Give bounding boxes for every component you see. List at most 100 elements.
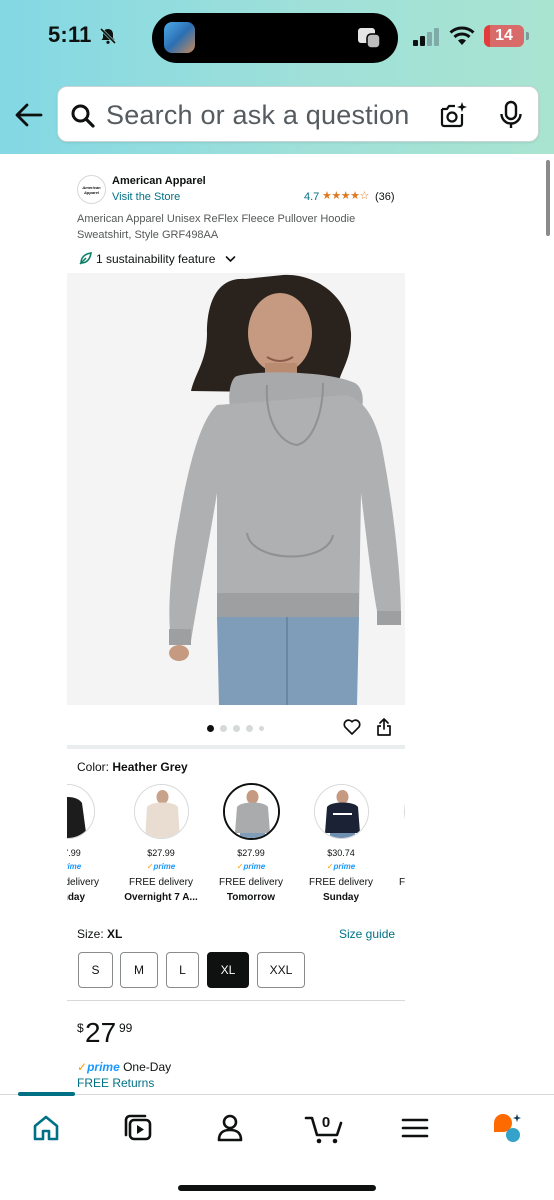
- signal-icon: [413, 28, 439, 46]
- prime-speed: One-Day: [123, 1060, 172, 1074]
- star-rating-icon[interactable]: ★★★★☆: [322, 189, 369, 202]
- prime-delivery-line: ✓prime One-Day: [77, 1060, 171, 1074]
- swatch-delivery: FREE delivery: [309, 877, 373, 888]
- bottom-navigation: 0: [0, 1092, 554, 1200]
- selected-size: XL: [107, 927, 123, 941]
- swatch-delivery-day: Tomorrow: [226, 892, 276, 903]
- swatch-price: $27.99: [237, 848, 265, 858]
- status-time: 5:11: [48, 22, 92, 47]
- price-fraction: 99: [119, 1021, 133, 1035]
- home-icon[interactable]: [29, 1111, 63, 1145]
- swatch-thumbnail: [223, 783, 280, 840]
- size-option-l[interactable]: L: [166, 952, 199, 988]
- color-swatch[interactable]: $30.74 ✓prime FREE delivery Sunday: [296, 780, 386, 910]
- swatch-price: $30.74: [327, 848, 355, 858]
- top-header: 5:11 14 Search or ask a question: [0, 0, 554, 154]
- swatch-thumbnail: [314, 784, 369, 839]
- rufus-icon[interactable]: [490, 1111, 524, 1145]
- swatch-delivery: FREE delivery: [129, 877, 193, 888]
- search-bar[interactable]: Search or ask a question: [57, 86, 539, 142]
- swatch-delivery: FREE delivery: [399, 877, 405, 888]
- heart-icon[interactable]: [343, 718, 361, 736]
- swatch-thumbnail: [67, 784, 95, 839]
- search-input[interactable]: Search or ask a question: [106, 100, 409, 131]
- mic-icon[interactable]: [498, 100, 524, 130]
- cart-icon[interactable]: 0: [304, 1111, 344, 1145]
- size-option-xxl[interactable]: XXL: [257, 952, 305, 988]
- back-arrow-icon[interactable]: [14, 100, 44, 130]
- color-swatch-selected[interactable]: $27.99 ✓prime FREE delivery Tomorrow: [206, 780, 296, 910]
- camera-lens-icon[interactable]: [438, 100, 468, 130]
- size-option-m[interactable]: M: [120, 952, 158, 988]
- size-option-s[interactable]: S: [78, 952, 113, 988]
- screen-mirroring-icon: [358, 28, 381, 49]
- color-swatch-carousel[interactable]: $27.99 ✓prime FREE delivery Sunday $27.9…: [67, 780, 405, 910]
- now-playing-artwork: [164, 22, 195, 53]
- sustainability-feature-toggle[interactable]: 1 sustainability feature: [96, 252, 215, 266]
- brand-name: American Apparel: [112, 175, 206, 187]
- swatch-garment: [325, 802, 360, 833]
- swatch-thumbnail: [404, 784, 405, 839]
- cart-count: 0: [322, 1114, 330, 1131]
- color-label-prefix: Color:: [77, 760, 110, 774]
- swatch-delivery-day: Sunday: [67, 892, 86, 903]
- scrollbar-thumb[interactable]: [546, 160, 550, 236]
- rating-value[interactable]: 4.7: [304, 191, 319, 203]
- search-icon: [71, 104, 95, 128]
- battery-nub: [526, 32, 529, 40]
- swatch-delivery: FREE delivery: [67, 877, 99, 888]
- prime-label: prime: [333, 862, 356, 871]
- swatch-prime-badge: ✓prime: [236, 862, 266, 871]
- prime-label: prime: [67, 862, 82, 871]
- carousel-dot[interactable]: [207, 725, 214, 732]
- prime-label: prime: [243, 862, 266, 871]
- carousel-dot[interactable]: [233, 725, 240, 732]
- color-swatch[interactable]: FREE delivery: [386, 780, 405, 910]
- brand-logo[interactable]: American Apparel: [77, 175, 106, 204]
- dynamic-island[interactable]: [152, 13, 398, 63]
- price-currency: $: [77, 1021, 84, 1035]
- swatch-prime-badge: ✓prime: [146, 862, 176, 871]
- bell-slash-icon: [99, 27, 117, 45]
- prime-label: prime: [153, 862, 176, 871]
- home-indicator: [178, 1185, 376, 1191]
- size-label: Size: XL: [77, 927, 122, 941]
- size-guide-link[interactable]: Size guide: [339, 927, 395, 941]
- swatch-delivery-day: Overnight 7 A...: [124, 892, 198, 903]
- carousel-dot[interactable]: [259, 726, 264, 731]
- price-whole: 27: [85, 1017, 117, 1048]
- swatch-garment: [235, 802, 270, 833]
- product-image[interactable]: [67, 273, 405, 705]
- swatch-thumbnail: [134, 784, 189, 839]
- selected-color-name: Heather Grey: [112, 760, 188, 774]
- product-title: American Apparel Unisex ReFlex Fleece Pu…: [77, 213, 356, 241]
- chevron-down-icon[interactable]: [225, 254, 236, 264]
- swatch-garment: [145, 802, 180, 838]
- leaf-icon: [79, 252, 92, 265]
- prime-label: prime: [87, 1060, 120, 1074]
- menu-icon[interactable]: [398, 1111, 432, 1145]
- section-divider: [67, 745, 405, 749]
- hoodie-model-photo: [67, 273, 405, 705]
- free-returns-link[interactable]: FREE Returns: [77, 1076, 154, 1090]
- swatch-price: $27.99: [67, 848, 81, 858]
- account-icon[interactable]: [213, 1111, 247, 1145]
- rating-count[interactable]: (36): [375, 191, 395, 203]
- wifi-icon: [449, 26, 475, 45]
- color-swatch[interactable]: $27.99 ✓prime FREE delivery Overnight 7 …: [116, 780, 206, 910]
- swatch-prime-badge: ✓prime: [326, 862, 356, 871]
- carousel-dot[interactable]: [246, 725, 253, 732]
- carousel-dot[interactable]: [220, 725, 227, 732]
- swatch-delivery-day: Sunday: [322, 892, 360, 903]
- swatch-delivery: FREE delivery: [219, 877, 283, 888]
- section-divider: [67, 1000, 405, 1001]
- color-swatch[interactable]: $27.99 ✓prime FREE delivery Sunday: [67, 780, 112, 910]
- share-icon[interactable]: [376, 718, 392, 736]
- battery-icon: 14: [484, 25, 524, 47]
- video-icon[interactable]: [121, 1111, 155, 1145]
- size-option-xl[interactable]: XL: [207, 952, 249, 988]
- battery-percent: 14: [495, 27, 513, 44]
- active-tab-indicator: [18, 1092, 75, 1096]
- visit-store-link[interactable]: Visit the Store: [112, 191, 180, 203]
- prime-logo: ✓prime: [77, 1060, 120, 1074]
